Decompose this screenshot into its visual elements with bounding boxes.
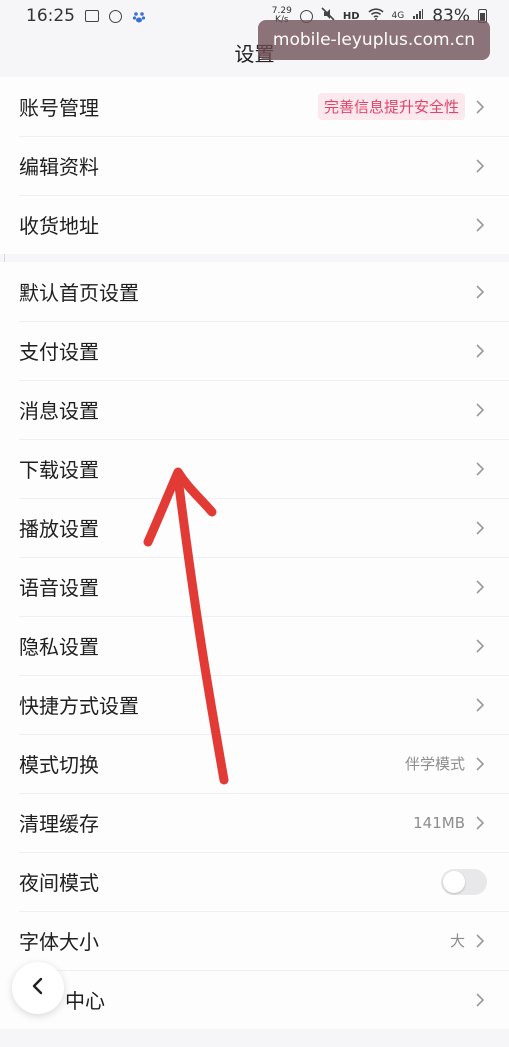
row-label: 支付设置	[19, 340, 99, 364]
settings-row-download[interactable]: 下载设置	[0, 439, 509, 498]
chevron-right-icon	[473, 216, 487, 234]
chevron-right-icon	[473, 157, 487, 175]
settings-row-privacy[interactable]: 隐私设置	[0, 616, 509, 675]
chevron-right-icon	[473, 98, 487, 116]
row-label: 下载设置	[19, 458, 99, 482]
chevron-left-icon	[30, 976, 46, 1000]
toggle-knob	[443, 870, 465, 893]
row-label: 语音设置	[19, 576, 99, 600]
row-label: 快捷方式设置	[19, 694, 139, 718]
night-mode-toggle[interactable]	[441, 868, 487, 895]
row-label: 夜间模式	[19, 871, 99, 895]
chevron-right-icon	[473, 283, 487, 301]
settings-row-clear-cache[interactable]: 清理缓存 141MB	[0, 793, 509, 852]
row-label: 默认首页设置	[19, 281, 139, 305]
settings-group-general: 默认首页设置 支付设置 消息设置 下载设置 播放设置 语音设置 隐私设置 快捷方…	[0, 262, 509, 1029]
settings-row-night-mode: 夜间模式	[0, 852, 509, 911]
back-button[interactable]	[12, 962, 64, 1014]
status-time: 16:25	[26, 6, 75, 26]
settings-row-shortcut[interactable]: 快捷方式设置	[0, 675, 509, 734]
settings-row-center[interactable]: 中心	[0, 970, 509, 1029]
image-notification-icon	[85, 10, 99, 22]
chevron-right-icon	[473, 814, 487, 832]
settings-row-font-size[interactable]: 字体大小 大	[0, 911, 509, 970]
settings-row-default-homepage[interactable]: 默认首页设置	[0, 262, 509, 321]
chevron-right-icon	[473, 578, 487, 596]
chevron-right-icon	[473, 991, 487, 1009]
settings-row-voice[interactable]: 语音设置	[0, 557, 509, 616]
row-label: 模式切换	[19, 753, 99, 777]
settings-notification-icon	[109, 9, 122, 23]
settings-row-message[interactable]: 消息设置	[0, 380, 509, 439]
chevron-right-icon	[473, 460, 487, 478]
settings-group-account: 账号管理 完善信息提升安全性 编辑资料 收货地址	[0, 77, 509, 254]
chevron-right-icon	[473, 755, 487, 773]
chevron-right-icon	[473, 637, 487, 655]
settings-row-playback[interactable]: 播放设置	[0, 498, 509, 557]
row-label: 账号管理	[19, 96, 99, 120]
chevron-right-icon	[473, 696, 487, 714]
chevron-right-icon	[473, 401, 487, 419]
mode-value: 伴学模式	[404, 755, 465, 773]
security-hint-badge: 完善信息提升安全性	[317, 93, 465, 120]
chevron-right-icon	[473, 519, 487, 537]
settings-row-account-management[interactable]: 账号管理 完善信息提升安全性	[0, 77, 509, 136]
settings-row-shipping-address[interactable]: 收货地址	[0, 195, 509, 254]
row-label: 播放设置	[19, 517, 99, 541]
chevron-right-icon	[473, 932, 487, 950]
font-size-value: 大	[449, 932, 465, 950]
row-label: 隐私设置	[19, 635, 99, 659]
settings-row-edit-profile[interactable]: 编辑资料	[0, 136, 509, 195]
watermark: mobile-leyuplus.com.cn	[258, 20, 490, 60]
cache-size-value: 141MB	[413, 813, 465, 832]
row-label: 收货地址	[19, 214, 99, 238]
settings-row-mode-switch[interactable]: 模式切换 伴学模式	[0, 734, 509, 793]
row-label: 编辑资料	[19, 155, 99, 179]
row-label: 消息设置	[19, 399, 99, 423]
chevron-right-icon	[473, 342, 487, 360]
settings-row-payment[interactable]: 支付设置	[0, 321, 509, 380]
row-label: 字体大小	[19, 930, 99, 954]
paw-notification-icon	[132, 9, 146, 23]
row-label: 清理缓存	[19, 812, 99, 836]
